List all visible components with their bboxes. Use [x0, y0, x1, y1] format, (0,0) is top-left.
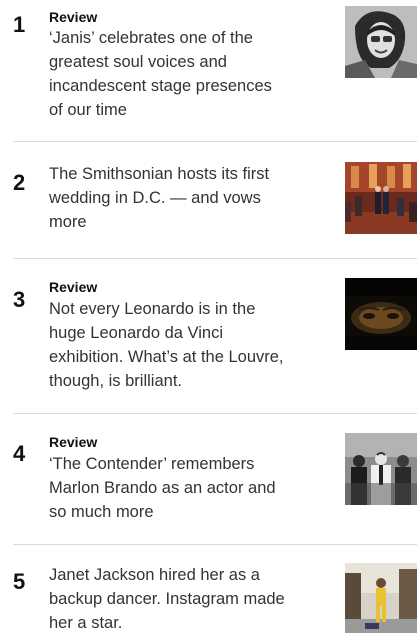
mona-lisa-detail-photo-icon: [345, 278, 417, 350]
review-kicker: Review: [49, 434, 98, 450]
thumbnail-wedding-photo[interactable]: [345, 162, 417, 234]
rank-number: 3: [13, 287, 26, 312]
list-item: 4 Review ‘The Contender’ remembers Marlo…: [0, 414, 420, 544]
thumbnail-mona-lisa-photo[interactable]: [345, 278, 417, 350]
thumbnail-janis-photo[interactable]: [345, 6, 417, 78]
review-kicker: Review: [49, 279, 98, 295]
rank-number: 5: [13, 569, 26, 594]
janis-joplin-photo-icon: [345, 6, 417, 78]
review-kicker: Review: [49, 9, 98, 25]
thumbnail-brando-photo[interactable]: [345, 433, 417, 505]
thumbnail-dancer-photo[interactable]: [345, 563, 417, 633]
rank-number: 1: [13, 12, 26, 37]
list-item: 2 The Smithsonian hosts its first weddin…: [0, 142, 420, 258]
list-item: 5 Janet Jackson hired her as a backup da…: [0, 545, 420, 633]
list-item: 3 Review Not every Leonardo is in the hu…: [0, 259, 420, 413]
headline-link[interactable]: ‘The Contender’ remembers Marlon Brando …: [49, 452, 289, 524]
most-read-list: 1 Review ‘Janis’ celebrates one of the g…: [0, 0, 420, 633]
wedding-ceremony-photo-icon: [345, 162, 417, 234]
rank-number: 4: [13, 441, 26, 466]
rank-number: 2: [13, 170, 26, 195]
headline-link[interactable]: ‘Janis’ celebrates one of the greatest s…: [49, 26, 289, 122]
headline-link[interactable]: Not every Leonardo is in the huge Leonar…: [49, 297, 289, 393]
marlon-brando-crowd-photo-icon: [345, 433, 417, 505]
headline-link[interactable]: The Smithsonian hosts its first wedding …: [49, 162, 289, 234]
headline-link[interactable]: Janet Jackson hired her as a backup danc…: [49, 563, 289, 633]
list-item: 1 Review ‘Janis’ celebrates one of the g…: [0, 0, 420, 140]
dancer-street-photo-icon: [345, 563, 417, 633]
